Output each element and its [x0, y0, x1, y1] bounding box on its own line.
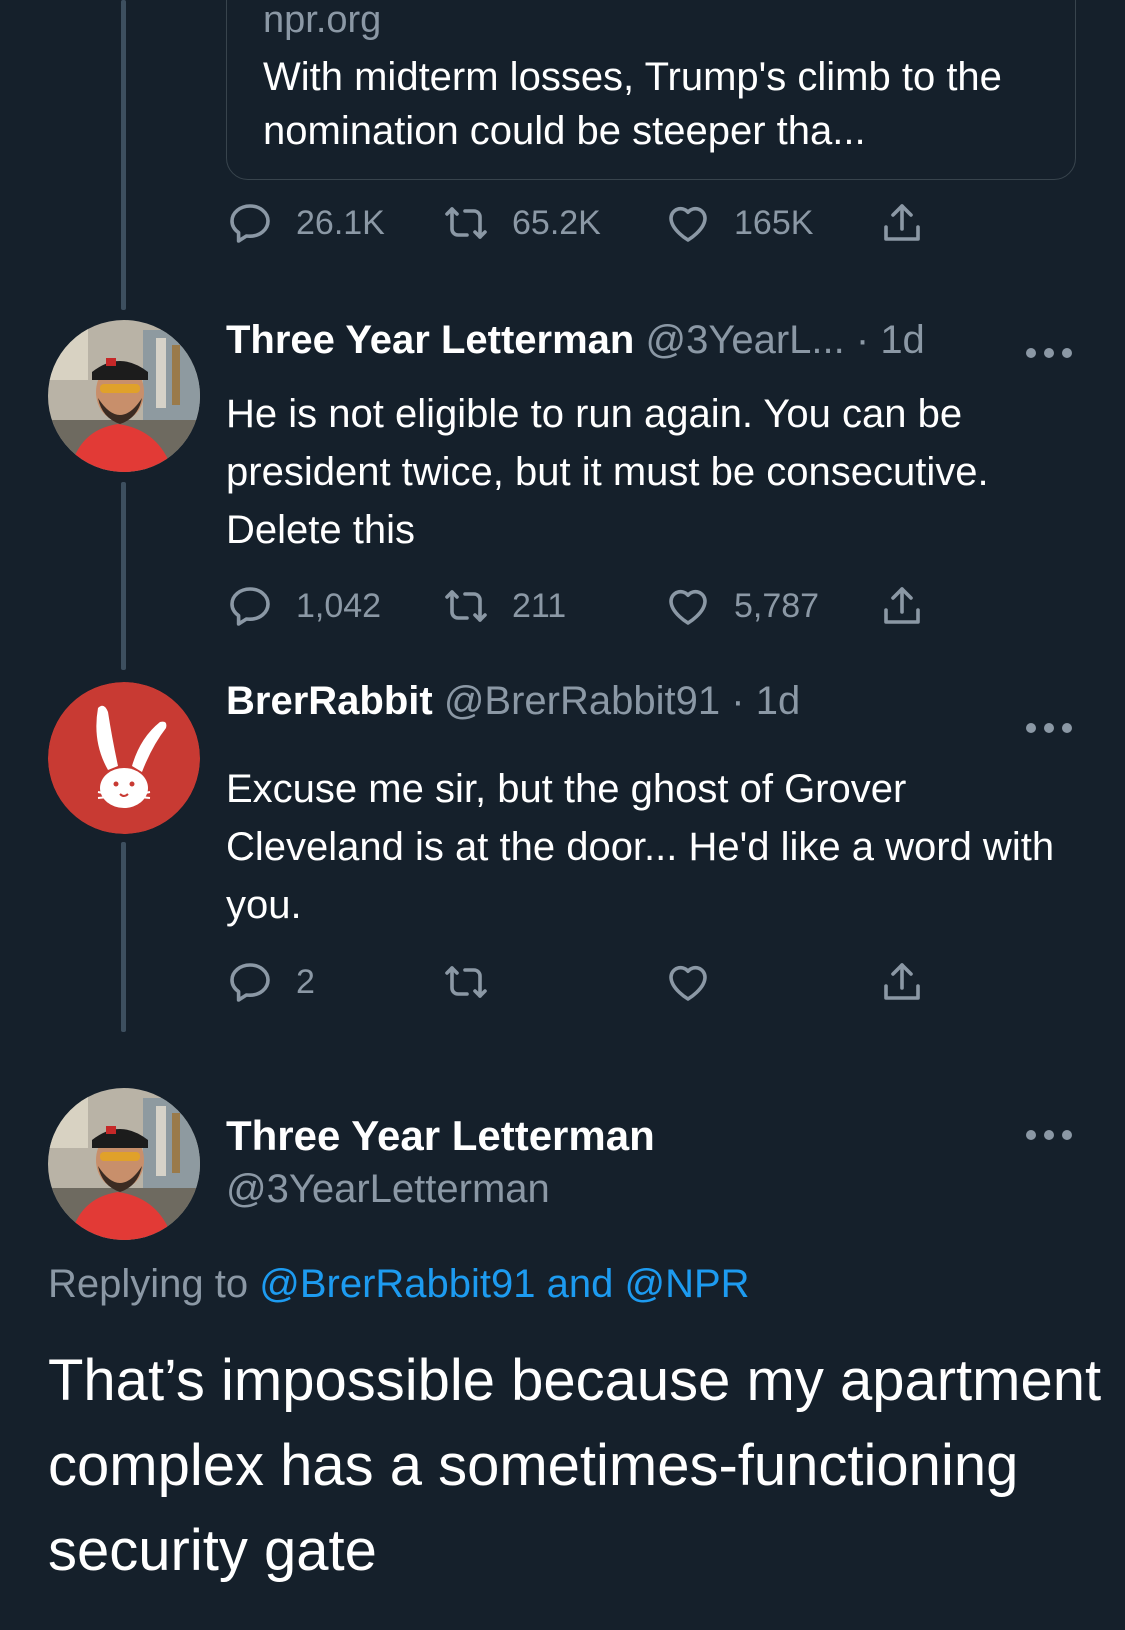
like-count: 5,787 [734, 586, 820, 625]
thread-line [121, 0, 126, 310]
avatar[interactable] [48, 682, 200, 834]
reply-icon [230, 963, 270, 1002]
thread-line [121, 842, 126, 1032]
avatar[interactable] [48, 1088, 200, 1240]
display-name[interactable]: Three Year Letterman [226, 318, 634, 362]
replying-to: Replying to @BrerRabbit91 and @NPR [48, 1256, 750, 1312]
share-icon [884, 587, 920, 624]
share-icon [884, 204, 920, 241]
user-handle[interactable]: @BrerRabbit91 [444, 679, 720, 723]
tweet-actions: 2 [226, 952, 976, 1012]
heart-icon [669, 589, 707, 625]
separator-dot: · [731, 679, 745, 723]
user-handle[interactable]: @3YearL... [645, 318, 844, 362]
display-name[interactable]: BrerRabbit [226, 679, 433, 723]
retweet-count: 65.2K [512, 203, 601, 242]
tweet-text: He is not eligible to run again. You can… [226, 392, 989, 552]
share-button[interactable] [878, 576, 926, 636]
card-domain: npr.org [263, 0, 382, 41]
like-count: 165K [734, 203, 814, 242]
tweet-actions: 1,042 211 5,787 [226, 576, 976, 636]
retweet-count: 211 [512, 586, 567, 625]
tweet-actions: 26.1K 65.2K 165K [226, 193, 976, 253]
retweet-button[interactable]: 65.2K [442, 193, 601, 253]
reply-icon [230, 587, 270, 626]
reply-button[interactable]: 1,042 [226, 576, 381, 636]
reply-count: 1,042 [296, 586, 382, 625]
more-icon [1044, 1130, 1054, 1140]
reply-button[interactable]: 26.1K [226, 193, 385, 253]
reply-button[interactable]: 2 [226, 952, 315, 1012]
like-button[interactable]: 5,787 [664, 576, 819, 636]
more-icon [1062, 1130, 1072, 1140]
user-handle[interactable]: @3YearLetterman [226, 1161, 550, 1217]
more-icon [1026, 723, 1036, 733]
share-button[interactable] [878, 952, 926, 1012]
more-icon [1062, 723, 1072, 733]
thread-line [121, 482, 126, 670]
rabbit-avatar-icon [48, 682, 200, 834]
avatar-photo [48, 1088, 200, 1240]
retweet-icon [445, 966, 487, 998]
replying-to-links[interactable]: @BrerRabbit91 and @NPR [259, 1262, 749, 1306]
replying-prefix: Replying to [48, 1262, 249, 1306]
display-name[interactable]: Three Year Letterman [226, 1107, 655, 1165]
main-tweet-text: That’s impossible because my apartment c… [48, 1348, 1102, 1583]
card-title: With midterm losses, Trump's climb to th… [263, 55, 1002, 153]
heart-icon [669, 206, 707, 242]
tweet-header: BrerRabbit @BrerRabbit91 · 1d [226, 673, 800, 729]
more-button[interactable] [1026, 1125, 1072, 1145]
tweet-text: Excuse me sir, but the ghost of Grover C… [226, 767, 1055, 927]
tweet-thread: npr.org With midterm losses, Trump's cli… [0, 0, 1125, 1630]
more-button[interactable] [1026, 718, 1072, 738]
heart-icon [669, 965, 707, 1001]
more-icon [1044, 348, 1054, 358]
retweet-button[interactable]: 211 [442, 576, 566, 636]
timestamp[interactable]: 1d [756, 679, 801, 723]
share-button[interactable] [878, 193, 926, 253]
separator-dot: · [855, 318, 870, 362]
more-icon [1062, 348, 1072, 358]
reply-icon [230, 204, 270, 243]
like-button[interactable] [664, 952, 734, 1012]
reply-count: 2 [296, 962, 315, 1001]
retweet-button[interactable] [442, 952, 512, 1012]
more-button[interactable] [1026, 343, 1072, 363]
retweet-icon [445, 590, 487, 622]
more-icon [1026, 1130, 1036, 1140]
more-icon [1026, 348, 1036, 358]
share-icon [884, 963, 920, 1000]
timestamp[interactable]: 1d [880, 318, 925, 362]
retweet-icon [445, 207, 487, 239]
avatar-photo [48, 320, 200, 472]
link-preview-card[interactable]: npr.org With midterm losses, Trump's cli… [226, 0, 1076, 180]
avatar[interactable] [48, 320, 200, 472]
like-button[interactable]: 165K [664, 193, 813, 253]
more-icon [1044, 723, 1054, 733]
tweet-header: Three Year Letterman @3YearL... · 1d [226, 312, 925, 368]
reply-count: 26.1K [296, 203, 385, 242]
